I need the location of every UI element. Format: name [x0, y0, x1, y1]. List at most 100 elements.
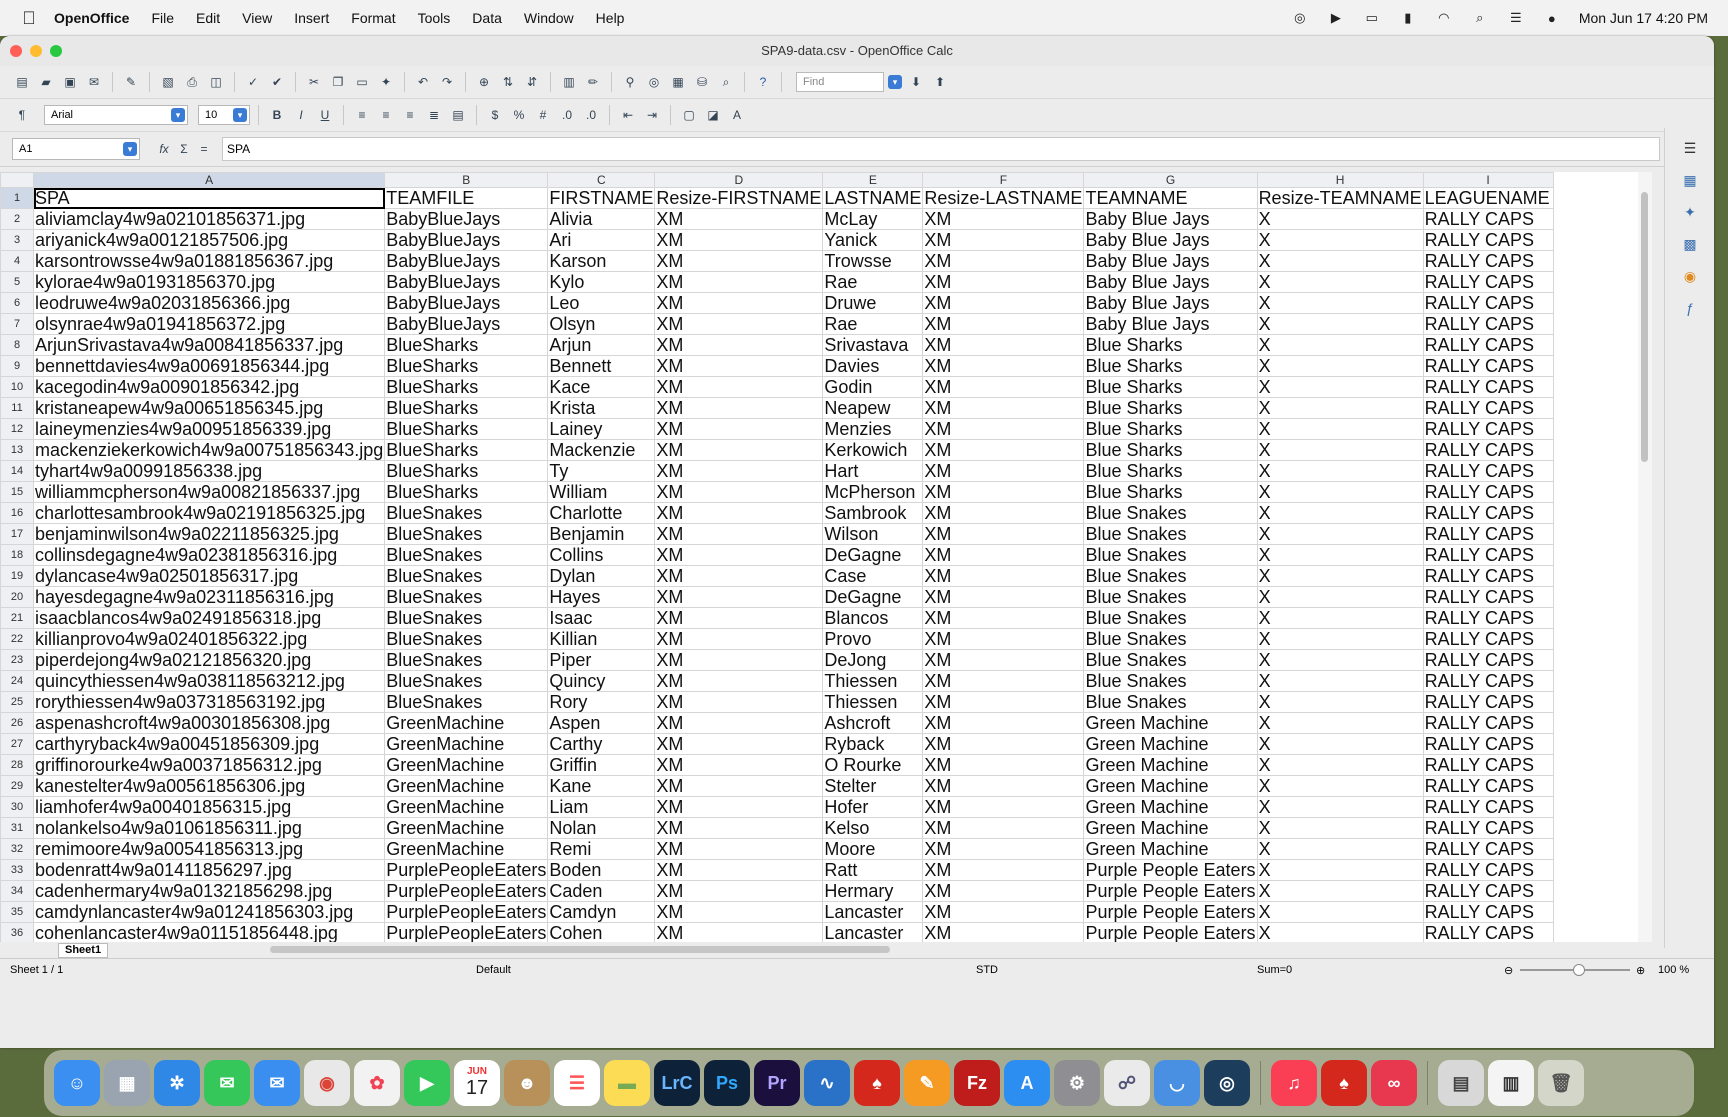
background-color-icon[interactable]: ◪ [703, 105, 723, 125]
row-header[interactable]: 21 [0, 607, 34, 629]
cell-c20[interactable]: Hayes [547, 586, 656, 608]
cell-f16[interactable]: XM [922, 502, 1085, 524]
cell-g35[interactable]: Purple People Eaters [1083, 901, 1258, 923]
cell-f23[interactable]: XM [922, 649, 1085, 671]
row-header[interactable]: 18 [0, 544, 34, 566]
cell-a20[interactable]: hayesdegagne4w9a02311856316.jpg [32, 586, 386, 608]
cell-i27[interactable]: RALLY CAPS [1422, 733, 1554, 755]
cell-g32[interactable]: Green Machine [1083, 838, 1258, 860]
cell-e34[interactable]: Hermary [822, 880, 924, 902]
cell-h9[interactable]: X [1256, 355, 1424, 377]
row-header[interactable]: 14 [0, 460, 34, 482]
cell-h13[interactable]: X [1256, 439, 1424, 461]
cell-e10[interactable]: Godin [822, 376, 924, 398]
row-header[interactable]: 10 [0, 376, 34, 398]
row-header[interactable]: 36 [0, 922, 34, 942]
cell-e14[interactable]: Hart [822, 460, 924, 482]
cell-f34[interactable]: XM [922, 880, 1085, 902]
cell-a1[interactable]: SPA [32, 187, 386, 209]
cell-d36[interactable]: XM [654, 922, 824, 942]
cell-i12[interactable]: RALLY CAPS [1422, 418, 1554, 440]
row-header[interactable]: 4 [0, 250, 34, 272]
cell-g11[interactable]: Blue Sharks [1083, 397, 1258, 419]
cell-e1[interactable]: LASTNAME [822, 187, 924, 209]
cell-f29[interactable]: XM [922, 775, 1085, 797]
properties-icon[interactable]: ▦ [1678, 168, 1702, 192]
cell-b9[interactable]: BlueSharks [384, 355, 549, 377]
cell-g9[interactable]: Blue Sharks [1083, 355, 1258, 377]
export-pdf-icon[interactable]: ▧ [158, 72, 178, 92]
zoom-icon[interactable]: ⌕ [716, 72, 736, 92]
apple-icon[interactable]:  [18, 8, 40, 29]
cell-f32[interactable]: XM [922, 838, 1085, 860]
cell-b10[interactable]: BlueSharks [384, 376, 549, 398]
cell-e15[interactable]: McPherson [822, 481, 924, 503]
wifi-icon[interactable]: ◠ [1435, 10, 1453, 25]
cell-g33[interactable]: Purple People Eaters [1083, 859, 1258, 881]
cell-a29[interactable]: kanestelter4w9a00561856306.jpg [32, 775, 386, 797]
find-previous-icon[interactable]: ⬆ [930, 72, 950, 92]
percent-icon[interactable]: % [509, 105, 529, 125]
cell-h1[interactable]: Resize-TEAMNAME [1256, 187, 1424, 209]
cell-f8[interactable]: XM [922, 334, 1085, 356]
cell-c17[interactable]: Benjamin [547, 523, 656, 545]
cell-g26[interactable]: Green Machine [1083, 712, 1258, 734]
corner-cell[interactable] [0, 172, 34, 188]
functions-icon[interactable]: ƒ [1678, 296, 1702, 320]
zoom-out-icon[interactable]: ⊖ [1504, 964, 1513, 977]
cell-b5[interactable]: BabyBlueJays [384, 271, 549, 293]
cell-c5[interactable]: Kylo [547, 271, 656, 293]
cell-b14[interactable]: BlueSharks [384, 460, 549, 482]
formula-input[interactable]: SPA [222, 137, 1660, 161]
cell-d30[interactable]: XM [654, 796, 824, 818]
cell-d29[interactable]: XM [654, 775, 824, 797]
cell-h11[interactable]: X [1256, 397, 1424, 419]
gallery-sidebar-icon[interactable]: ▩ [1678, 232, 1702, 256]
cell-f35[interactable]: XM [922, 901, 1085, 923]
justify-icon[interactable]: ≣ [424, 105, 444, 125]
cell-a31[interactable]: nolankelso4w9a01061856311.jpg [32, 817, 386, 839]
spellcheck-icon[interactable]: ✓ [243, 72, 263, 92]
cell-h31[interactable]: X [1256, 817, 1424, 839]
cell-a23[interactable]: piperdejong4w9a02121856320.jpg [32, 649, 386, 671]
finder-icon[interactable]: ☺ [54, 1060, 100, 1106]
save-icon[interactable]: ▣ [60, 72, 80, 92]
cell-d18[interactable]: XM [654, 544, 824, 566]
find-input[interactable]: Find [796, 72, 884, 92]
print-icon[interactable]: ⎙ [182, 72, 202, 92]
row-header[interactable]: 20 [0, 586, 34, 608]
row-header[interactable]: 16 [0, 502, 34, 524]
cell-g27[interactable]: Green Machine [1083, 733, 1258, 755]
cell-c31[interactable]: Nolan [547, 817, 656, 839]
cell-e31[interactable]: Kelso [822, 817, 924, 839]
cell-f19[interactable]: XM [922, 565, 1085, 587]
row-header[interactable]: 12 [0, 418, 34, 440]
cell-a6[interactable]: leodruwe4w9a02031856366.jpg [32, 292, 386, 314]
italic-button[interactable]: I [291, 105, 311, 125]
cell-f11[interactable]: XM [922, 397, 1085, 419]
cell-e23[interactable]: DeJong [822, 649, 924, 671]
drive-icon[interactable]: ◡ [1154, 1060, 1200, 1106]
cell-i26[interactable]: RALLY CAPS [1422, 712, 1554, 734]
cut-icon[interactable]: ✂ [304, 72, 324, 92]
cell-a21[interactable]: isaacblancos4w9a02491856318.jpg [32, 607, 386, 629]
cell-i35[interactable]: RALLY CAPS [1422, 901, 1554, 923]
cell-e35[interactable]: Lancaster [822, 901, 924, 923]
cell-a35[interactable]: camdynlancaster4w9a01241856303.jpg [32, 901, 386, 923]
cell-h3[interactable]: X [1256, 229, 1424, 251]
cell-h22[interactable]: X [1256, 628, 1424, 650]
cell-c9[interactable]: Bennett [547, 355, 656, 377]
cell-f13[interactable]: XM [922, 439, 1085, 461]
cell-c18[interactable]: Collins [547, 544, 656, 566]
row-header[interactable]: 25 [0, 691, 34, 713]
align-right-icon[interactable]: ≡ [400, 105, 420, 125]
cell-c7[interactable]: Olsyn [547, 313, 656, 335]
menu-edit[interactable]: Edit [196, 10, 220, 26]
cell-c25[interactable]: Rory [547, 691, 656, 713]
cell-g10[interactable]: Blue Sharks [1083, 376, 1258, 398]
cell-f1[interactable]: Resize-LASTNAME [922, 187, 1085, 209]
cell-b31[interactable]: GreenMachine [384, 817, 549, 839]
cell-i21[interactable]: RALLY CAPS [1422, 607, 1554, 629]
row-header[interactable]: 31 [0, 817, 34, 839]
cell-i29[interactable]: RALLY CAPS [1422, 775, 1554, 797]
